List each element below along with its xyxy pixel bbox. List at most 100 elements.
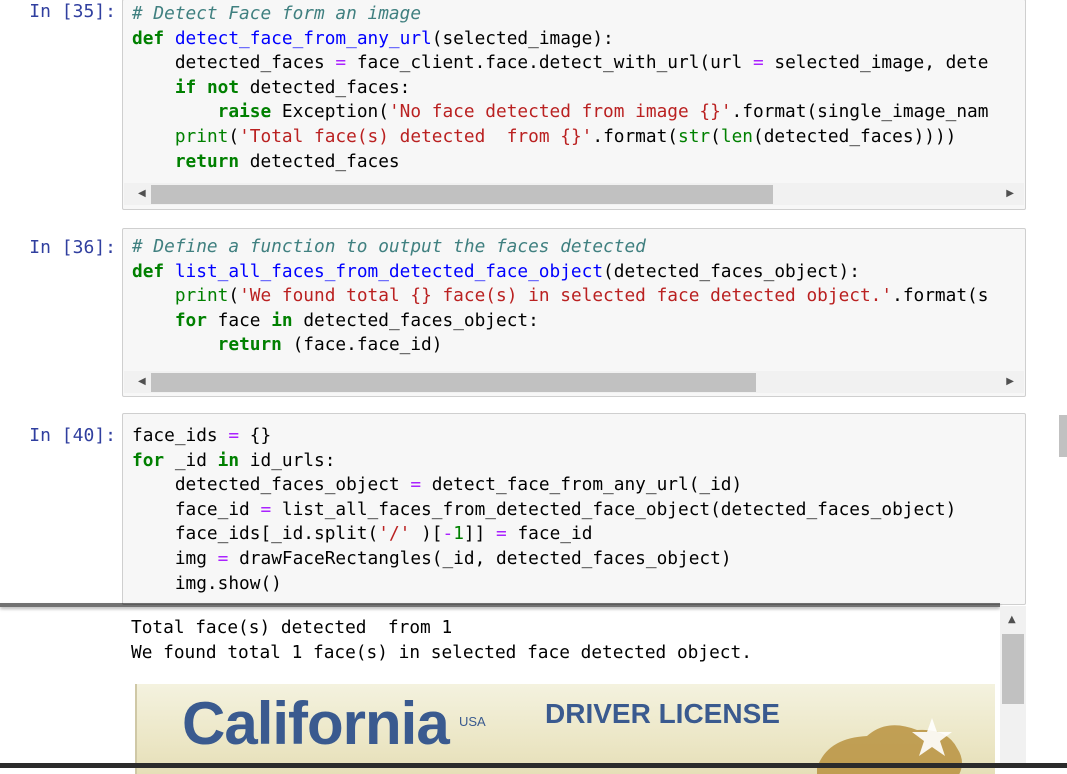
code-token: = xyxy=(260,498,272,520)
code-token: .format(s xyxy=(892,285,989,307)
code-token: len xyxy=(720,125,753,147)
code-line[interactable]: if not detected_faces: xyxy=(132,76,988,101)
code-token: print xyxy=(174,125,229,147)
code-line[interactable]: print('We found total {} face(s) in sele… xyxy=(132,284,989,309)
scroll-up-arrow-icon[interactable]: ▲ xyxy=(1008,614,1016,626)
code-token: face_client.face.detect_with_url(url xyxy=(346,52,753,74)
output-vertical-scrollbar[interactable]: ▲ xyxy=(1000,606,1026,768)
scroll-right-arrow-icon[interactable]: ▶ xyxy=(1006,188,1014,200)
code-line[interactable]: def list_all_faces_from_detected_face_ob… xyxy=(132,260,988,285)
code-token: ( xyxy=(710,125,721,147)
code-token: ( xyxy=(228,125,240,147)
code-line[interactable]: print('Total face(s) detected from {}'.f… xyxy=(132,125,988,150)
code-token: .format(single_image_nam xyxy=(731,101,989,123)
code-token: face_id xyxy=(132,498,261,520)
code-token: _id xyxy=(164,449,218,471)
code-token: str xyxy=(678,125,711,147)
cell-prompt: In [36]: xyxy=(29,237,116,258)
code-token: detected_faces xyxy=(239,150,400,172)
code-text[interactable]: face_ids = {} for _id in id_urls: detecte… xyxy=(132,424,956,596)
driver-license-image: California USA DRIVER LICENSE xyxy=(135,684,995,774)
code-token: list_all_faces_from_detected_face_object xyxy=(174,260,604,282)
code-token: detect_face_from_any_url xyxy=(174,27,432,49)
code-token: img xyxy=(132,547,218,569)
code-token: return xyxy=(174,150,240,172)
code-token: - xyxy=(442,523,454,545)
code-line[interactable]: # Detect Face form an image xyxy=(132,2,988,27)
code-token: )[ xyxy=(410,523,443,545)
code-token: = xyxy=(217,547,229,569)
code-token: = xyxy=(752,52,764,74)
code-line[interactable]: def detect_face_from_any_url(selected_im… xyxy=(132,27,988,52)
code-editor[interactable]: # Detect Face form an image def detect_fa… xyxy=(122,0,1026,210)
code-token: detect_face_from_any_url(_id) xyxy=(421,474,743,496)
code-token: raise xyxy=(217,101,272,123)
code-token: detected_faces_object: xyxy=(292,309,539,331)
scroll-left-arrow-icon[interactable]: ◀ xyxy=(138,376,146,388)
code-token: (face.face_id) xyxy=(281,334,443,356)
code-text[interactable]: # Define a function to output the faces … xyxy=(132,235,988,358)
code-text[interactable]: # Detect Face form an image def detect_fa… xyxy=(132,2,988,174)
code-token: return xyxy=(217,334,282,356)
code-token: 1 xyxy=(453,523,464,545)
code-token: 'We found total {} face(s) in selected f… xyxy=(239,285,893,307)
code-line[interactable]: img.show() xyxy=(132,572,956,597)
output-line: We found total 1 face(s) in selected fac… xyxy=(131,642,752,663)
page-scrollbar-thumb[interactable] xyxy=(1059,415,1067,457)
code-token: ]] xyxy=(463,523,497,545)
code-line[interactable]: for _id in id_urls: xyxy=(132,449,956,474)
code-token: '/' xyxy=(378,523,411,545)
code-editor[interactable]: face_ids = {} for _id in id_urls: detecte… xyxy=(122,413,1026,605)
code-token: for xyxy=(132,449,165,471)
cell-prompt: In [40]: xyxy=(29,425,116,446)
code-line[interactable]: # Define a function to output the faces … xyxy=(132,235,988,260)
code-token: in xyxy=(217,449,240,471)
code-token: (selected_image): xyxy=(431,27,614,49)
output-divider xyxy=(0,603,1000,607)
code-token: # Detect Face form an image xyxy=(132,3,422,24)
code-editor[interactable]: # Define a function to output the faces … xyxy=(122,228,1026,397)
code-token: 'No face detected from image {}' xyxy=(388,101,732,123)
code-token: face xyxy=(206,309,272,331)
code-line[interactable]: face_ids = {} xyxy=(132,424,956,449)
code-token: def xyxy=(132,260,175,282)
code-line[interactable]: return (face.face_id) xyxy=(132,333,988,358)
code-token: = xyxy=(410,474,422,496)
scrollbar-thumb[interactable] xyxy=(1002,634,1024,704)
code-token: 'Total face(s) detected from {}' xyxy=(239,125,593,147)
code-token: face_ids[_id.split( xyxy=(132,523,379,545)
code-line[interactable]: face_id = list_all_faces_from_detected_f… xyxy=(132,498,957,523)
code-token: id_urls: xyxy=(239,449,336,471)
code-token: face_ids xyxy=(132,425,229,446)
code-token: Exception( xyxy=(271,101,389,123)
code-token: = xyxy=(335,52,347,74)
scrollbar-thumb[interactable] xyxy=(151,185,773,204)
taskbar-edge xyxy=(0,763,1067,768)
horizontal-scrollbar[interactable]: ◀ ▶ xyxy=(124,183,1024,205)
code-line[interactable]: for face in detected_faces_object: xyxy=(132,309,988,334)
code-line[interactable]: detected_faces_object = detect_face_from… xyxy=(132,473,956,498)
code-line[interactable]: img = drawFaceRectangles(_id, detected_f… xyxy=(132,547,956,572)
scrollbar-thumb[interactable] xyxy=(151,373,756,392)
code-token: if xyxy=(174,76,197,98)
scroll-left-arrow-icon[interactable]: ◀ xyxy=(138,188,146,200)
code-line[interactable]: detected_faces = face_client.face.detect… xyxy=(132,51,989,76)
scroll-right-arrow-icon[interactable]: ▶ xyxy=(1006,376,1014,388)
code-token: detected_faces_object xyxy=(132,474,411,496)
code-token: detected_faces xyxy=(132,52,336,74)
code-line[interactable]: face_ids[_id.split('/' )[-1]] = face_id xyxy=(132,522,956,547)
code-token: in xyxy=(271,309,293,331)
code-token: (detected_faces_object): xyxy=(603,260,860,282)
horizontal-scrollbar[interactable]: ◀ ▶ xyxy=(124,371,1024,393)
code-token: {} xyxy=(239,425,272,446)
code-token: list_all_faces_from_detected_face_object… xyxy=(271,498,957,520)
code-token: not xyxy=(196,76,240,98)
code-line[interactable]: return detected_faces xyxy=(132,150,988,175)
code-token: # Define a function to output the faces … xyxy=(132,236,646,257)
code-token: = xyxy=(496,523,507,545)
code-line[interactable]: raise Exception('No face detected from i… xyxy=(132,100,989,125)
code-token: img.show() xyxy=(132,572,282,594)
code-token: for xyxy=(174,309,207,331)
